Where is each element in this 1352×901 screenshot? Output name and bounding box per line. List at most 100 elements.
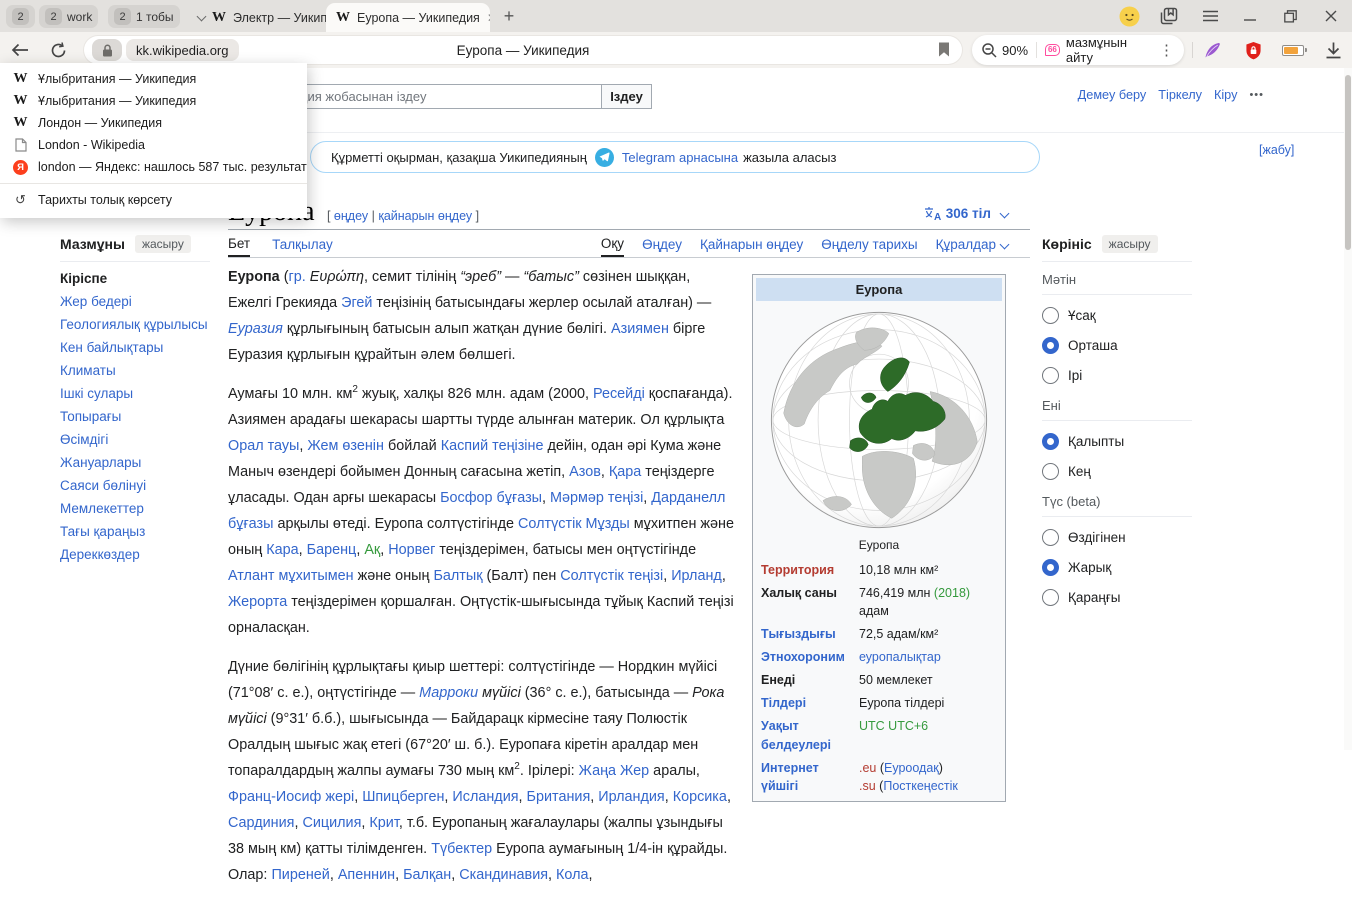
inline-link[interactable]: Марроки	[419, 685, 478, 701]
languages-count-link[interactable]: 306 тіл	[946, 206, 991, 221]
inline-link[interactable]: Крит	[369, 815, 398, 831]
radio-color-light[interactable]: Жарық	[1042, 559, 1192, 576]
toc-item[interactable]: Климаты	[60, 364, 210, 378]
toc-item[interactable]: Геологиялық құрылысы	[60, 318, 210, 332]
inline-link[interactable]: Мәрмәр теңізі	[550, 490, 643, 506]
toc-item[interactable]: Өсімдігі	[60, 433, 210, 447]
inline-link[interactable]: Сицилия	[302, 815, 361, 831]
inline-link[interactable]: Посткеңестік	[883, 779, 958, 793]
toc-item[interactable]: Жануарлары	[60, 456, 210, 470]
battery-saver-button[interactable]	[1280, 39, 1306, 61]
window-restore-button[interactable]	[1273, 0, 1307, 32]
inline-link[interactable]: қайнарын өңдеу	[378, 209, 472, 223]
tab-group-work[interactable]: 2 work	[39, 5, 98, 28]
title-edit-links[interactable]: [ өңдеу | қайнарын өңдеу ]	[327, 209, 479, 223]
tab-read[interactable]: Оқу	[601, 232, 624, 257]
inline-link[interactable]: гр.	[289, 269, 306, 285]
inline-link[interactable]: Уақыт белдеулері	[761, 719, 831, 751]
inline-link[interactable]: Норвег	[388, 542, 435, 558]
inline-link[interactable]: Азов	[569, 464, 601, 480]
radio-width-standard[interactable]: Қалыпты	[1042, 433, 1192, 450]
window-minimize-button[interactable]	[1233, 0, 1267, 32]
address-bar[interactable]: kk.wikipedia.org Еуропа — Уикипедия	[84, 36, 962, 64]
inline-link[interactable]: Жаңа Жер	[579, 763, 650, 779]
tab-edit[interactable]: Өңдеу	[642, 232, 682, 257]
inline-link[interactable]: Жерорта	[228, 594, 287, 610]
more-user-options-icon[interactable]: •••	[1249, 89, 1264, 101]
tab-group-collapsed[interactable]: 2	[6, 5, 35, 28]
site-security-chip[interactable]	[92, 39, 122, 61]
url-text[interactable]: kk.wikipedia.org	[126, 39, 239, 61]
donate-link[interactable]: Демеу беру	[1078, 88, 1147, 102]
inline-link[interactable]: Корсика	[673, 789, 727, 805]
inline-link[interactable]: Интернет үйшігі	[761, 761, 819, 793]
wiki-search-button[interactable]: Іздеу	[601, 84, 652, 109]
inline-link[interactable]: (2018)	[934, 586, 970, 600]
inline-link[interactable]: Франц-Иосиф жері	[228, 789, 354, 805]
inline-link[interactable]: Каспий теңізіне	[441, 438, 544, 454]
inline-link[interactable]: Сардиния	[228, 815, 294, 831]
inline-link[interactable]: Кола	[556, 867, 588, 883]
profile-avatar[interactable]	[1112, 0, 1146, 32]
language-selector[interactable]: A 306 тіл	[924, 206, 1008, 221]
tab-page[interactable]: Бет	[228, 232, 250, 257]
inline-link[interactable]: .su	[859, 779, 876, 793]
inline-link[interactable]: Скандинавия	[459, 867, 548, 883]
read-aloud-button[interactable]: 66 мазмұнын айту	[1045, 35, 1151, 65]
radio-text-small[interactable]: Ұсақ	[1042, 307, 1192, 324]
inline-link[interactable]: Исландия	[452, 789, 518, 805]
inline-link[interactable]: еуропалықтар	[859, 650, 941, 664]
radio-color-dark[interactable]: Қараңғы	[1042, 589, 1192, 606]
inline-link[interactable]: Территория	[761, 563, 834, 577]
tab-group-1toby[interactable]: 2 1 тобы	[108, 5, 180, 28]
inline-link[interactable]: Балтық	[433, 568, 482, 584]
inline-link[interactable]: Еуроодақ	[884, 761, 939, 775]
radio-text-large[interactable]: Ірі	[1042, 367, 1192, 384]
banner-close-link[interactable]: [жабу]	[1259, 143, 1294, 157]
back-button[interactable]	[6, 38, 34, 62]
suggestion-item[interactable]: W Ұлыбритания — Уикипедия	[0, 90, 307, 112]
inline-link[interactable]: Этнохороним	[761, 650, 845, 664]
telegram-channel-link[interactable]: Telegram арнасына	[622, 150, 738, 165]
toc-item[interactable]: Дереккөздер	[60, 548, 210, 562]
yandex-pen-extension-button[interactable]	[1199, 39, 1225, 61]
collections-button[interactable]	[1152, 0, 1186, 32]
zoom-control[interactable]: 90%	[982, 43, 1028, 58]
tab-edit-source[interactable]: Қайнарын өңдеу	[700, 232, 803, 257]
toc-item[interactable]: Тағы қараңыз	[60, 525, 210, 539]
inline-link[interactable]: Ақ	[364, 542, 380, 558]
radio-text-medium[interactable]: Орташа	[1042, 337, 1192, 354]
inline-link[interactable]: Түбектер	[431, 841, 492, 857]
browser-tab-active[interactable]: W Еуропа — Уикипедия ✕	[326, 3, 490, 32]
inline-link[interactable]: Шпицберген	[362, 789, 444, 805]
inline-link[interactable]: Тығыздығы	[761, 627, 836, 641]
tab-tools[interactable]: Құралдар	[936, 232, 1008, 257]
toc-item-intro[interactable]: Кіріспе	[60, 272, 210, 286]
inline-link[interactable]: Баренц	[307, 542, 357, 558]
show-full-history-item[interactable]: ↺ Тарихты толық көрсету	[0, 189, 307, 211]
inline-link[interactable]: Қара	[609, 464, 641, 480]
inline-link[interactable]: Пиреней	[271, 867, 329, 883]
more-tools-kebab-icon[interactable]: ⋮	[1159, 41, 1174, 59]
radio-color-auto[interactable]: Өздігінен	[1042, 529, 1192, 546]
new-tab-button[interactable]: +	[496, 4, 522, 29]
tab-talk[interactable]: Талқылау	[272, 232, 333, 257]
register-link[interactable]: Тіркелу	[1158, 88, 1202, 102]
inline-link[interactable]: Ирландия	[598, 789, 664, 805]
inline-link[interactable]: Атлант мұхитымен	[228, 568, 354, 584]
tab-history[interactable]: Өңделу тарихы	[821, 232, 917, 257]
suggestion-item[interactable]: W Лондон — Уикипедия	[0, 112, 307, 134]
inline-link[interactable]: Эгей	[341, 295, 372, 311]
appearance-hide-button[interactable]: жасыру	[1102, 235, 1158, 253]
europe-globe-map[interactable]	[753, 301, 1005, 535]
toc-item[interactable]: Жер бедері	[60, 295, 210, 309]
inline-link[interactable]: Британия	[527, 789, 591, 805]
inline-link[interactable]: Ирланд	[671, 568, 722, 584]
suggestion-item[interactable]: Я london — Яндекс: нашлось 587 тыс. резу…	[0, 156, 307, 178]
inline-link[interactable]: Босфор бұғазы	[440, 490, 542, 506]
inline-link[interactable]: Кара	[266, 542, 298, 558]
toc-item[interactable]: Топырағы	[60, 410, 210, 424]
toc-item[interactable]: Кен байлықтары	[60, 341, 210, 355]
reload-button[interactable]	[44, 38, 72, 62]
toc-item[interactable]: Ішкі сулары	[60, 387, 210, 401]
